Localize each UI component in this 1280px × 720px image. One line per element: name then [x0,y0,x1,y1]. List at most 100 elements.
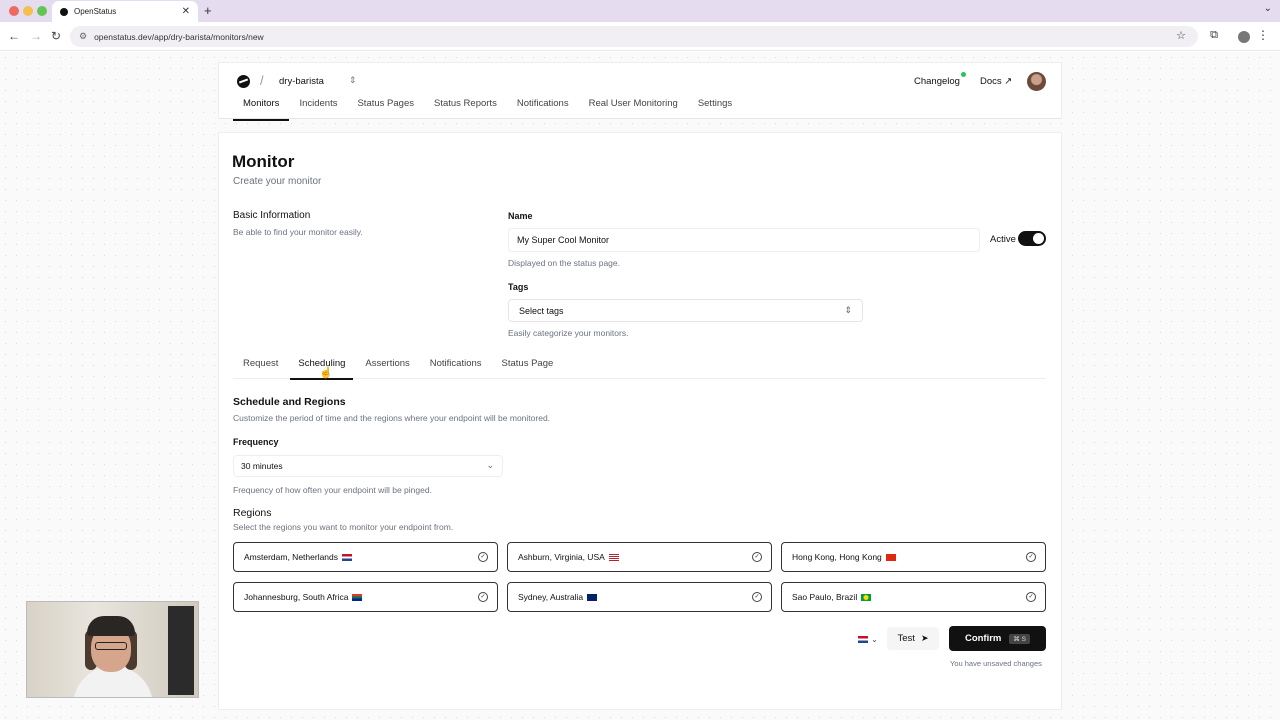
region-ashburn[interactable]: Ashburn, Virginia, USA ✓ [507,542,772,572]
region-johannesburg[interactable]: Johannesburg, South Africa ✓ [233,582,498,612]
toggle-knob [1033,233,1044,244]
favicon-icon [60,7,68,16]
check-circle-icon: ✓ [478,592,488,602]
chevron-updown-icon: ⇕ [844,305,852,315]
app-header: / dry-barista ⇕ Changelog Docs ↗ Monitor… [218,62,1062,121]
browser-tab-openstatus[interactable]: OpenStatus ✕ [52,1,198,22]
region-label: Johannesburg, South Africa [244,592,349,602]
unsaved-changes-text: You have unsaved changes [950,659,1042,668]
minimize-window-button[interactable] [23,6,33,16]
chevron-down-icon: ⌄ [486,460,494,470]
nav-monitors[interactable]: Monitors [233,98,290,121]
schedule-title: Schedule and Regions [233,396,346,408]
browser-tab-bar: OpenStatus ✕ + ⌄ [0,0,1280,22]
monitor-config-tabs: Request Scheduling Assertions Notificati… [233,356,1046,380]
project-name[interactable]: dry-barista [279,76,324,87]
openstatus-logo-icon[interactable] [237,75,250,88]
australia-flag-icon [587,593,598,601]
tab-search-icon[interactable]: ⌄ [1264,3,1272,14]
region-label: Sydney, Australia [518,592,584,602]
tags-select[interactable]: Select tags ⇕ [508,299,863,322]
extensions-icon[interactable]: ⧉ [1210,29,1218,42]
back-icon[interactable]: ← [8,29,20,43]
tab-assertions[interactable]: Assertions [355,356,419,379]
nav-status-reports[interactable]: Status Reports [424,98,507,121]
brazil-flag-icon [861,593,872,601]
bookmark-star-icon[interactable]: ☆ [1176,29,1186,42]
region-label: Amsterdam, Netherlands [244,552,339,562]
nav-real-user-monitoring[interactable]: Real User Monitoring [579,98,688,121]
page-subtitle: Create your monitor [233,176,322,187]
confirm-button[interactable]: Confirm ⌘ S [949,626,1046,651]
changelog-link[interactable]: Changelog [914,76,960,87]
site-info-icon[interactable]: ⚙ [79,31,87,42]
address-bar: ← → ↻ ⚙ openstatus.dev/app/dry-barista/m… [0,22,1280,51]
nav-notifications[interactable]: Notifications [507,98,579,121]
name-label: Name [508,211,533,221]
tags-help: Easily categorize your monitors. [508,328,629,338]
region-sao-paulo[interactable]: Sao Paulo, Brazil ✓ [781,582,1046,612]
nav-incidents[interactable]: Incidents [289,98,347,121]
close-tab-icon[interactable]: ✕ [182,6,190,17]
webcam-person-cap [87,616,135,636]
frequency-value: 30 minutes [241,461,283,471]
tags-placeholder: Select tags [519,305,564,316]
region-label: Ashburn, Virginia, USA [518,552,605,562]
profile-avatar-icon[interactable] [1238,31,1250,43]
frequency-label: Frequency [233,437,279,447]
schedule-desc: Customize the period of time and the reg… [233,413,551,423]
basic-info-title: Basic Information [233,210,311,221]
close-window-button[interactable] [9,6,19,16]
nav-status-pages[interactable]: Status Pages [347,98,424,121]
tab-request[interactable]: Request [233,356,288,379]
tags-label: Tags [508,282,529,292]
new-tab-icon[interactable]: + [204,3,212,18]
browser-tab-title: OpenStatus [74,7,117,16]
main-nav: Monitors Incidents Status Pages Status R… [233,98,742,121]
changelog-new-indicator [961,72,966,77]
check-circle-icon: ✓ [1026,592,1036,602]
maximize-window-button[interactable] [37,6,47,16]
test-region-select[interactable]: ⌄ [854,629,882,649]
active-toggle[interactable] [1018,231,1046,246]
forward-icon[interactable]: → [30,29,42,43]
region-label: Hong Kong, Hong Kong [792,552,882,562]
hong-kong-flag-icon [885,553,896,561]
confirm-shortcut: ⌘ S [1009,633,1031,644]
url-field[interactable]: ⚙ openstatus.dev/app/dry-barista/monitor… [70,26,1198,47]
test-label: Test [897,633,915,644]
basic-info-desc: Be able to find your monitor easily. [233,227,363,237]
region-sydney[interactable]: Sydney, Australia ✓ [507,582,772,612]
reload-icon[interactable]: ↻ [51,29,61,43]
project-switch-icon[interactable]: ⇕ [349,75,357,86]
webcam-overlay [26,601,199,698]
docs-link[interactable]: Docs ↗ [980,76,1012,87]
usa-flag-icon [608,553,619,561]
check-circle-icon: ✓ [478,552,488,562]
region-label: Sao Paulo, Brazil [792,592,858,602]
active-label: Active [990,234,1016,245]
netherlands-flag-icon [342,553,353,561]
chevron-down-icon: ⌄ [871,634,878,644]
nav-settings[interactable]: Settings [688,98,742,121]
tab-notifications[interactable]: Notifications [420,356,492,379]
url-text: openstatus.dev/app/dry-barista/monitors/… [94,31,264,42]
user-avatar[interactable] [1027,72,1046,91]
webcam-background-window [168,606,194,695]
south-africa-flag-icon [352,593,363,601]
frequency-select[interactable]: 30 minutes ⌄ [233,455,503,477]
page-title: Monitor [232,152,295,171]
send-icon: ➤ [920,633,929,643]
monitor-name-input[interactable]: My Super Cool Monitor [508,228,980,252]
check-circle-icon: ✓ [1026,552,1036,562]
tab-status-page[interactable]: Status Page [492,356,564,379]
mouse-cursor-icon: ☝ [319,367,333,379]
regions-title: Regions [233,507,272,519]
regions-desc: Select the regions you want to monitor y… [233,522,454,532]
test-button[interactable]: Test ➤ [887,627,939,650]
region-hong-kong[interactable]: Hong Kong, Hong Kong ✓ [781,542,1046,572]
region-amsterdam[interactable]: Amsterdam, Netherlands ✓ [233,542,498,572]
frequency-help: Frequency of how often your endpoint wil… [233,485,432,495]
browser-menu-icon[interactable]: ⋮ [1257,28,1269,42]
check-circle-icon: ✓ [752,552,762,562]
